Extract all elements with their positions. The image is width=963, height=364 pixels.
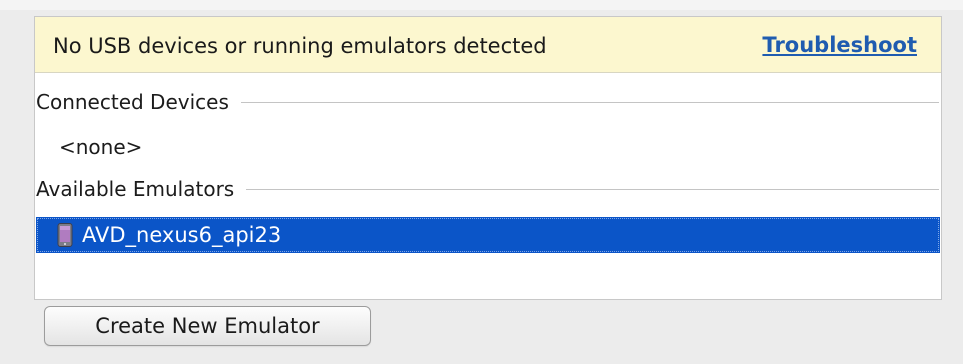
- no-devices-banner: No USB devices or running emulators dete…: [35, 17, 941, 73]
- section-divider: [240, 101, 939, 103]
- banner-message: No USB devices or running emulators dete…: [53, 34, 547, 58]
- emulator-list-item[interactable]: AVD_nexus6_api23: [36, 217, 940, 253]
- device-chooser-window: No USB devices or running emulators dete…: [0, 0, 963, 364]
- section-divider: [246, 188, 939, 190]
- connected-devices-label: Connected Devices: [36, 90, 229, 114]
- available-emulators-label: Available Emulators: [36, 177, 235, 201]
- emulator-name: AVD_nexus6_api23: [82, 223, 282, 247]
- no-connected-devices-text: <none>: [59, 135, 143, 159]
- device-list-panel: No USB devices or running emulators dete…: [34, 16, 942, 300]
- troubleshoot-link[interactable]: Troubleshoot: [762, 33, 917, 57]
- available-emulators-header: Available Emulators: [35, 176, 941, 202]
- create-new-emulator-button[interactable]: Create New Emulator: [44, 306, 371, 346]
- connected-devices-header: Connected Devices: [35, 89, 941, 115]
- top-strip: [0, 0, 963, 10]
- phone-icon: [57, 223, 73, 247]
